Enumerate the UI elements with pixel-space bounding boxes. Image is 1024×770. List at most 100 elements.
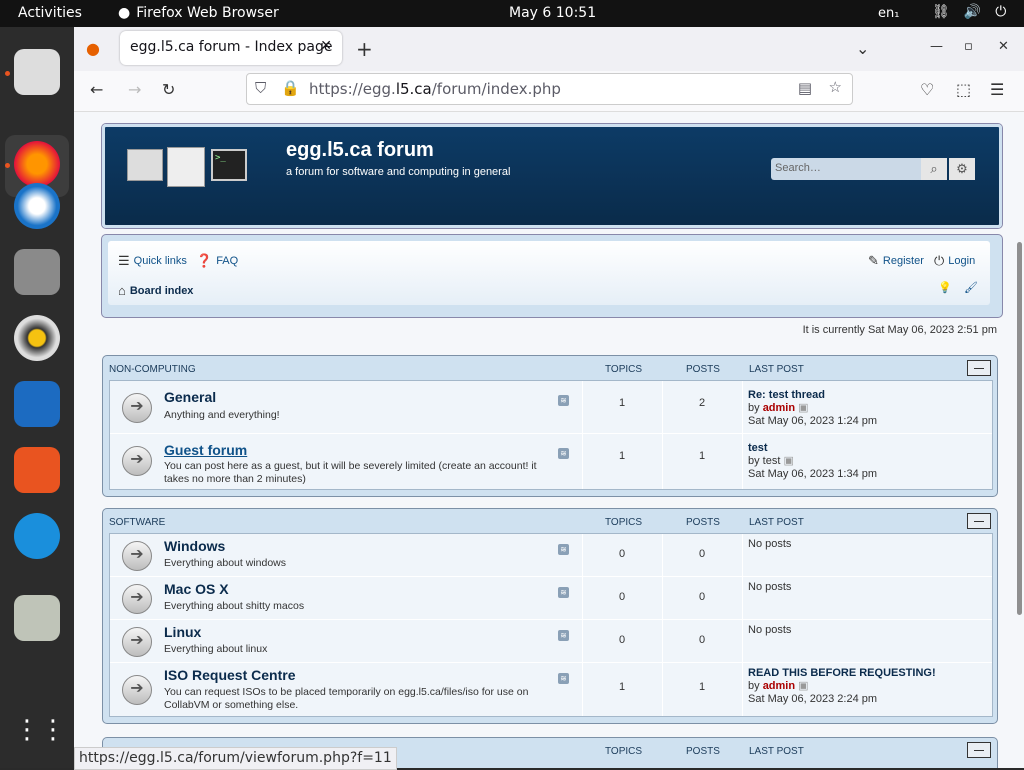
top-bar: Activities ● Firefox Web Browser May 6 1… — [0, 0, 1024, 27]
minimize-button[interactable]: — — [930, 39, 943, 54]
posts-count: 0 — [698, 548, 706, 560]
files-icon[interactable] — [14, 249, 60, 295]
firefox-view-icon[interactable]: ● — [86, 39, 100, 58]
app-menu[interactable]: ● Firefox Web Browser — [118, 5, 279, 21]
pocket-icon[interactable]: ♡ — [920, 80, 934, 99]
last-post-title[interactable]: Re: test thread — [748, 389, 825, 401]
reader-view-icon[interactable]: ▤ — [798, 79, 812, 97]
col-last-post: LAST POST — [749, 364, 804, 375]
forward-icon[interactable]: → — [128, 80, 141, 99]
firefox-dock-icon[interactable] — [14, 141, 60, 187]
last-post-title[interactable]: READ THIS BEFORE REQUESTING! — [748, 667, 936, 679]
view-post-icon[interactable]: ▣ — [798, 402, 808, 414]
nav-panel: ☰ Quick links ❓ FAQ ✎ Register ⏻ Login ⌂ Boar… — [102, 235, 1002, 317]
last-post-none: No posts — [748, 538, 792, 550]
url-text: https://egg.l5.ca/forum/index.php — [309, 80, 561, 98]
category-header: NON-COMPUTING TOPICS POSTS LAST POST — [109, 356, 991, 380]
tab-title: egg.l5.ca forum - Index page — [130, 39, 333, 55]
last-post-author[interactable]: admin — [763, 680, 795, 692]
forum-description: Anything and everything! — [164, 409, 280, 421]
network-icon: ⛓ — [932, 4, 950, 20]
help-icon[interactable] — [14, 513, 60, 559]
collapse-button[interactable] — [967, 360, 991, 376]
lightbulb-icon[interactable]: 💡 — [938, 281, 952, 294]
lock-icon[interactable]: 🔒 — [281, 79, 300, 97]
forum-name[interactable]: Guest forum — [164, 442, 247, 458]
rss-feed-icon[interactable]: ≋ — [558, 587, 569, 598]
forum-name[interactable]: Mac OS X — [164, 581, 229, 597]
home-icon: ⌂ — [118, 283, 126, 298]
forum-list: ➔ Windows Everything about windows ≋ 0 0… — [109, 533, 993, 717]
forum-name[interactable]: Windows — [164, 538, 225, 554]
show-apps-icon[interactable]: ⋮⋮⋮ — [14, 707, 92, 753]
rhythmbox-icon[interactable] — [14, 315, 60, 361]
last-post-date: Sat May 06, 2023 1:34 pm — [748, 468, 878, 480]
topics-count: 1 — [618, 397, 626, 409]
system-tray[interactable]: ⛓ 🔊 ⏻ — [932, 4, 1006, 20]
back-icon[interactable]: ← — [90, 80, 103, 99]
rss-feed-icon[interactable]: ≋ — [558, 544, 569, 555]
last-post: Re: test thread by admin ▣ Sat May 06, 2… — [748, 389, 877, 428]
forum-name[interactable]: Linux — [164, 624, 201, 640]
page-scrollbar[interactable] — [1017, 242, 1022, 615]
advanced-search-gear-icon[interactable]: ⚙ — [949, 158, 975, 180]
rss-feed-icon[interactable]: ≋ — [558, 395, 569, 406]
brush-icon[interactable]: 🖌 — [964, 281, 978, 294]
last-post-author[interactable]: admin — [763, 402, 795, 414]
forum-row: ➔ Windows Everything about windows ≋ 0 0… — [110, 534, 992, 577]
thunderbird-icon[interactable] — [14, 183, 60, 229]
extensions-icon[interactable]: ⬚ — [956, 80, 971, 99]
shield-icon[interactable]: ⛉ — [255, 79, 266, 97]
category-title[interactable]: SOFTWARE — [109, 517, 165, 528]
close-window-button[interactable]: ✕ — [998, 39, 1009, 54]
forum-row: ➔ General Anything and everything! ≋ 1 2… — [110, 381, 992, 434]
board-index-link[interactable]: ⌂ Board index — [118, 283, 193, 298]
trash-icon[interactable] — [14, 595, 60, 641]
forum-row: ➔ ISO Request Centre You can request ISO… — [110, 663, 992, 716]
bookmark-star-icon[interactable]: ☆ — [829, 78, 842, 96]
last-post-title[interactable]: test — [748, 442, 768, 454]
status-bar-link-preview: https://egg.l5.ca/forum/viewforum.php?f=… — [74, 747, 397, 770]
writer-icon[interactable] — [14, 381, 60, 427]
posts-count: 1 — [698, 450, 706, 462]
col-topics: TOPICS — [605, 517, 643, 528]
category-title[interactable]: NON-COMPUTING — [109, 364, 196, 375]
posts-count: 2 — [698, 397, 706, 409]
forum-name[interactable]: General — [164, 389, 216, 405]
quick-links-button[interactable]: ☰ Quick links — [118, 253, 187, 269]
reload-icon[interactable]: ↻ — [162, 80, 175, 99]
col-posts: POSTS — [686, 746, 720, 757]
collapse-button[interactable] — [967, 513, 991, 529]
maximize-button[interactable]: ▫ — [964, 39, 973, 54]
tab-forum-index[interactable]: egg.l5.ca forum - Index page ✕ — [120, 31, 342, 65]
new-tab-button[interactable]: + — [356, 37, 373, 61]
view-post-icon[interactable]: ▣ — [783, 455, 793, 467]
rss-feed-icon[interactable]: ≋ — [558, 673, 569, 684]
view-post-icon[interactable]: ▣ — [798, 680, 808, 692]
clock[interactable]: May 6 10:51 — [509, 5, 596, 21]
collapse-button[interactable] — [967, 742, 991, 758]
app-center-icon[interactable] — [14, 447, 60, 493]
rss-feed-icon[interactable]: ≋ — [558, 630, 569, 641]
input-language[interactable]: en₁ — [878, 6, 899, 21]
search-input[interactable]: Search… — [771, 158, 921, 180]
software-updater-icon[interactable] — [14, 49, 60, 95]
category-non-computing: NON-COMPUTING TOPICS POSTS LAST POST ➔ G… — [102, 355, 998, 497]
forum-row: ➔ Guest forum You can post here as a gue… — [110, 434, 992, 489]
site-logo[interactable]: >_ — [127, 147, 249, 189]
faq-link[interactable]: ❓ FAQ — [196, 253, 238, 269]
url-bar[interactable]: ⛉ 🔒 https://egg.l5.ca/forum/index.php ▤ … — [246, 73, 853, 105]
tab-list-chevron-icon[interactable]: ⌄ — [856, 39, 869, 58]
register-link[interactable]: ✎ Register — [868, 253, 924, 269]
activities-button[interactable]: Activities — [18, 5, 82, 21]
forum-name[interactable]: ISO Request Centre — [164, 667, 295, 683]
dock: ⋮⋮⋮ — [0, 27, 92, 768]
last-post-by: by — [748, 402, 760, 414]
login-link[interactable]: ⏻ Login — [934, 253, 975, 269]
menu-icon[interactable]: ☰ — [990, 80, 1004, 99]
rss-feed-icon[interactable]: ≋ — [558, 448, 569, 459]
site-title[interactable]: egg.l5.ca forum — [286, 139, 434, 162]
search-icon[interactable]: ⌕ — [921, 158, 947, 180]
power-icon: ⏻ — [995, 4, 1007, 20]
tab-close-icon[interactable]: ✕ — [320, 38, 332, 54]
